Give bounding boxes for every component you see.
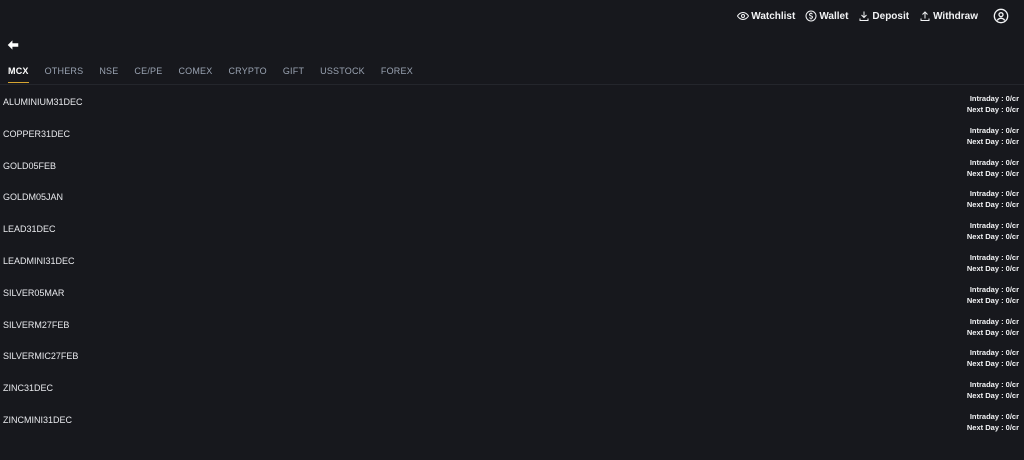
next-day-margin: Next Day : 0/cr [966, 422, 1019, 432]
next-day-margin: Next Day : 0/cr [966, 232, 1019, 242]
margin-info: Intraday : 0/cr Next Day : 0/cr [967, 347, 1019, 369]
symbol-name: LEAD31DEC [3, 224, 56, 235]
intraday-margin: Intraday : 0/cr [969, 157, 1019, 167]
margin-info: Intraday : 0/cr Next Day : 0/cr [967, 93, 1019, 115]
wallet-button[interactable]: Wallet [805, 10, 848, 22]
intraday-margin: Intraday : 0/cr [969, 252, 1019, 262]
user-circle-icon [993, 8, 1009, 24]
symbol-row[interactable]: ZINCMINI31DEC Intraday : 0/cr Next Day : 0… [0, 405, 1024, 437]
symbol-name: ZINCMINI31DEC [3, 414, 73, 425]
exchange-tabs: MCX OTHERS NSE CE/PE COMEX CRYPTO GIFT USSTOCK F… [0, 60, 1024, 85]
next-day-margin: Next Day : 0/cr [966, 168, 1019, 178]
wallet-label: Wallet [819, 10, 849, 22]
tab-comex[interactable]: COMEX [170, 60, 220, 84]
symbol-row[interactable]: LEADMINI31DEC Intraday : 0/cr Next Day : 0… [0, 246, 1024, 278]
symbol-row[interactable]: GOLD05FEB Intraday : 0/cr Next Day : 0/cr [0, 151, 1024, 183]
margin-info: Intraday : 0/cr Next Day : 0/cr [967, 252, 1019, 274]
download-icon [859, 11, 869, 21]
margin-info: Intraday : 0/cr Next Day : 0/cr [967, 220, 1019, 242]
symbol-row[interactable]: ALUMINIUM31DEC Intraday : 0/cr Next Day : … [0, 87, 1024, 119]
tab-usstock[interactable]: USSTOCK [312, 60, 373, 84]
intraday-margin: Intraday : 0/cr [969, 316, 1019, 326]
arrow-left-icon [7, 40, 19, 50]
symbol-list: ALUMINIUM31DEC Intraday : 0/cr Next Day : … [0, 87, 1024, 437]
tab-nse[interactable]: NSE [91, 60, 126, 84]
withdraw-button[interactable]: Withdraw [919, 10, 978, 22]
intraday-margin: Intraday : 0/cr [969, 125, 1019, 135]
symbol-row[interactable]: GOLDM05JAN Intraday : 0/cr Next Day : 0/cr [0, 182, 1024, 214]
top-actions: Watchlist Wallet Deposit Withdraw [727, 7, 1010, 25]
margin-info: Intraday : 0/cr Next Day : 0/cr [967, 379, 1019, 401]
next-day-margin: Next Day : 0/cr [966, 200, 1019, 210]
intraday-margin: Intraday : 0/cr [969, 348, 1019, 358]
next-day-margin: Next Day : 0/cr [966, 136, 1019, 146]
margin-info: Intraday : 0/cr Next Day : 0/cr [967, 284, 1019, 306]
eye-icon [737, 11, 750, 21]
next-day-margin: Next Day : 0/cr [966, 359, 1019, 369]
tab-crypto[interactable]: CRYPTO [220, 60, 274, 84]
tab-others[interactable]: OTHERS [37, 60, 92, 84]
tab-gift[interactable]: GIFT [275, 60, 312, 84]
next-day-margin: Next Day : 0/cr [966, 105, 1019, 114]
symbol-name: GOLDM05JAN [3, 192, 64, 203]
tab-forex[interactable]: FOREX [373, 60, 421, 84]
withdraw-label: Withdraw [933, 10, 978, 22]
watchlist-label: Watchlist [751, 10, 796, 22]
symbol-name: ALUMINIUM31DEC [3, 97, 83, 107]
symbol-name: ZINC31DEC [3, 383, 54, 394]
tab-mcx[interactable]: MCX [0, 60, 37, 84]
intraday-margin: Intraday : 0/cr [969, 189, 1019, 199]
next-day-margin: Next Day : 0/cr [966, 327, 1019, 337]
next-day-margin: Next Day : 0/cr [966, 295, 1019, 305]
next-day-margin: Next Day : 0/cr [966, 263, 1019, 273]
watchlist-button[interactable]: Watchlist [737, 10, 795, 22]
margin-info: Intraday : 0/cr Next Day : 0/cr [967, 188, 1019, 210]
tab-ce-pe[interactable]: CE/PE [126, 60, 170, 84]
symbol-row[interactable]: SILVERM27FEB Intraday : 0/cr Next Day : 0/… [0, 310, 1024, 342]
symbol-row[interactable]: SILVERMIC27FEB Intraday : 0/cr Next Day : … [0, 341, 1024, 373]
symbol-name: COPPER31DEC [3, 128, 71, 139]
back-button[interactable] [6, 38, 20, 52]
symbol-row[interactable]: SILVER05MAR Intraday : 0/cr Next Day : 0/c… [0, 278, 1024, 310]
margin-info: Intraday : 0/cr Next Day : 0/cr [967, 125, 1019, 147]
intraday-margin: Intraday : 0/cr [969, 94, 1019, 103]
symbol-row[interactable]: LEAD31DEC Intraday : 0/cr Next Day : 0/cr [0, 214, 1024, 246]
dollar-coin-icon [805, 10, 817, 22]
symbol-row[interactable]: COPPER31DEC Intraday : 0/cr Next Day : 0/c… [0, 119, 1024, 151]
next-day-margin: Next Day : 0/cr [966, 391, 1019, 401]
profile-avatar-button[interactable] [992, 7, 1010, 25]
deposit-button[interactable]: Deposit [858, 10, 909, 22]
intraday-margin: Intraday : 0/cr [969, 380, 1019, 390]
intraday-margin: Intraday : 0/cr [969, 411, 1019, 421]
intraday-margin: Intraday : 0/cr [969, 284, 1019, 294]
symbol-name: SILVERMIC27FEB [3, 351, 79, 362]
symbol-name: SILVER05MAR [3, 287, 65, 298]
symbol-name: LEADMINI31DEC [3, 255, 75, 266]
margin-info: Intraday : 0/cr Next Day : 0/cr [967, 316, 1019, 338]
intraday-margin: Intraday : 0/cr [969, 221, 1019, 231]
margin-info: Intraday : 0/cr Next Day : 0/cr [967, 157, 1019, 179]
symbol-row[interactable]: ZINC31DEC Intraday : 0/cr Next Day : 0/cr [0, 373, 1024, 405]
top-bar: Watchlist Wallet Deposit Withdraw [0, 0, 1024, 32]
symbol-name: SILVERM27FEB [3, 319, 70, 330]
deposit-label: Deposit [872, 10, 910, 22]
upload-icon [920, 11, 930, 21]
margin-info: Intraday : 0/cr Next Day : 0/cr [967, 411, 1019, 433]
symbol-name: GOLD05FEB [3, 160, 57, 171]
